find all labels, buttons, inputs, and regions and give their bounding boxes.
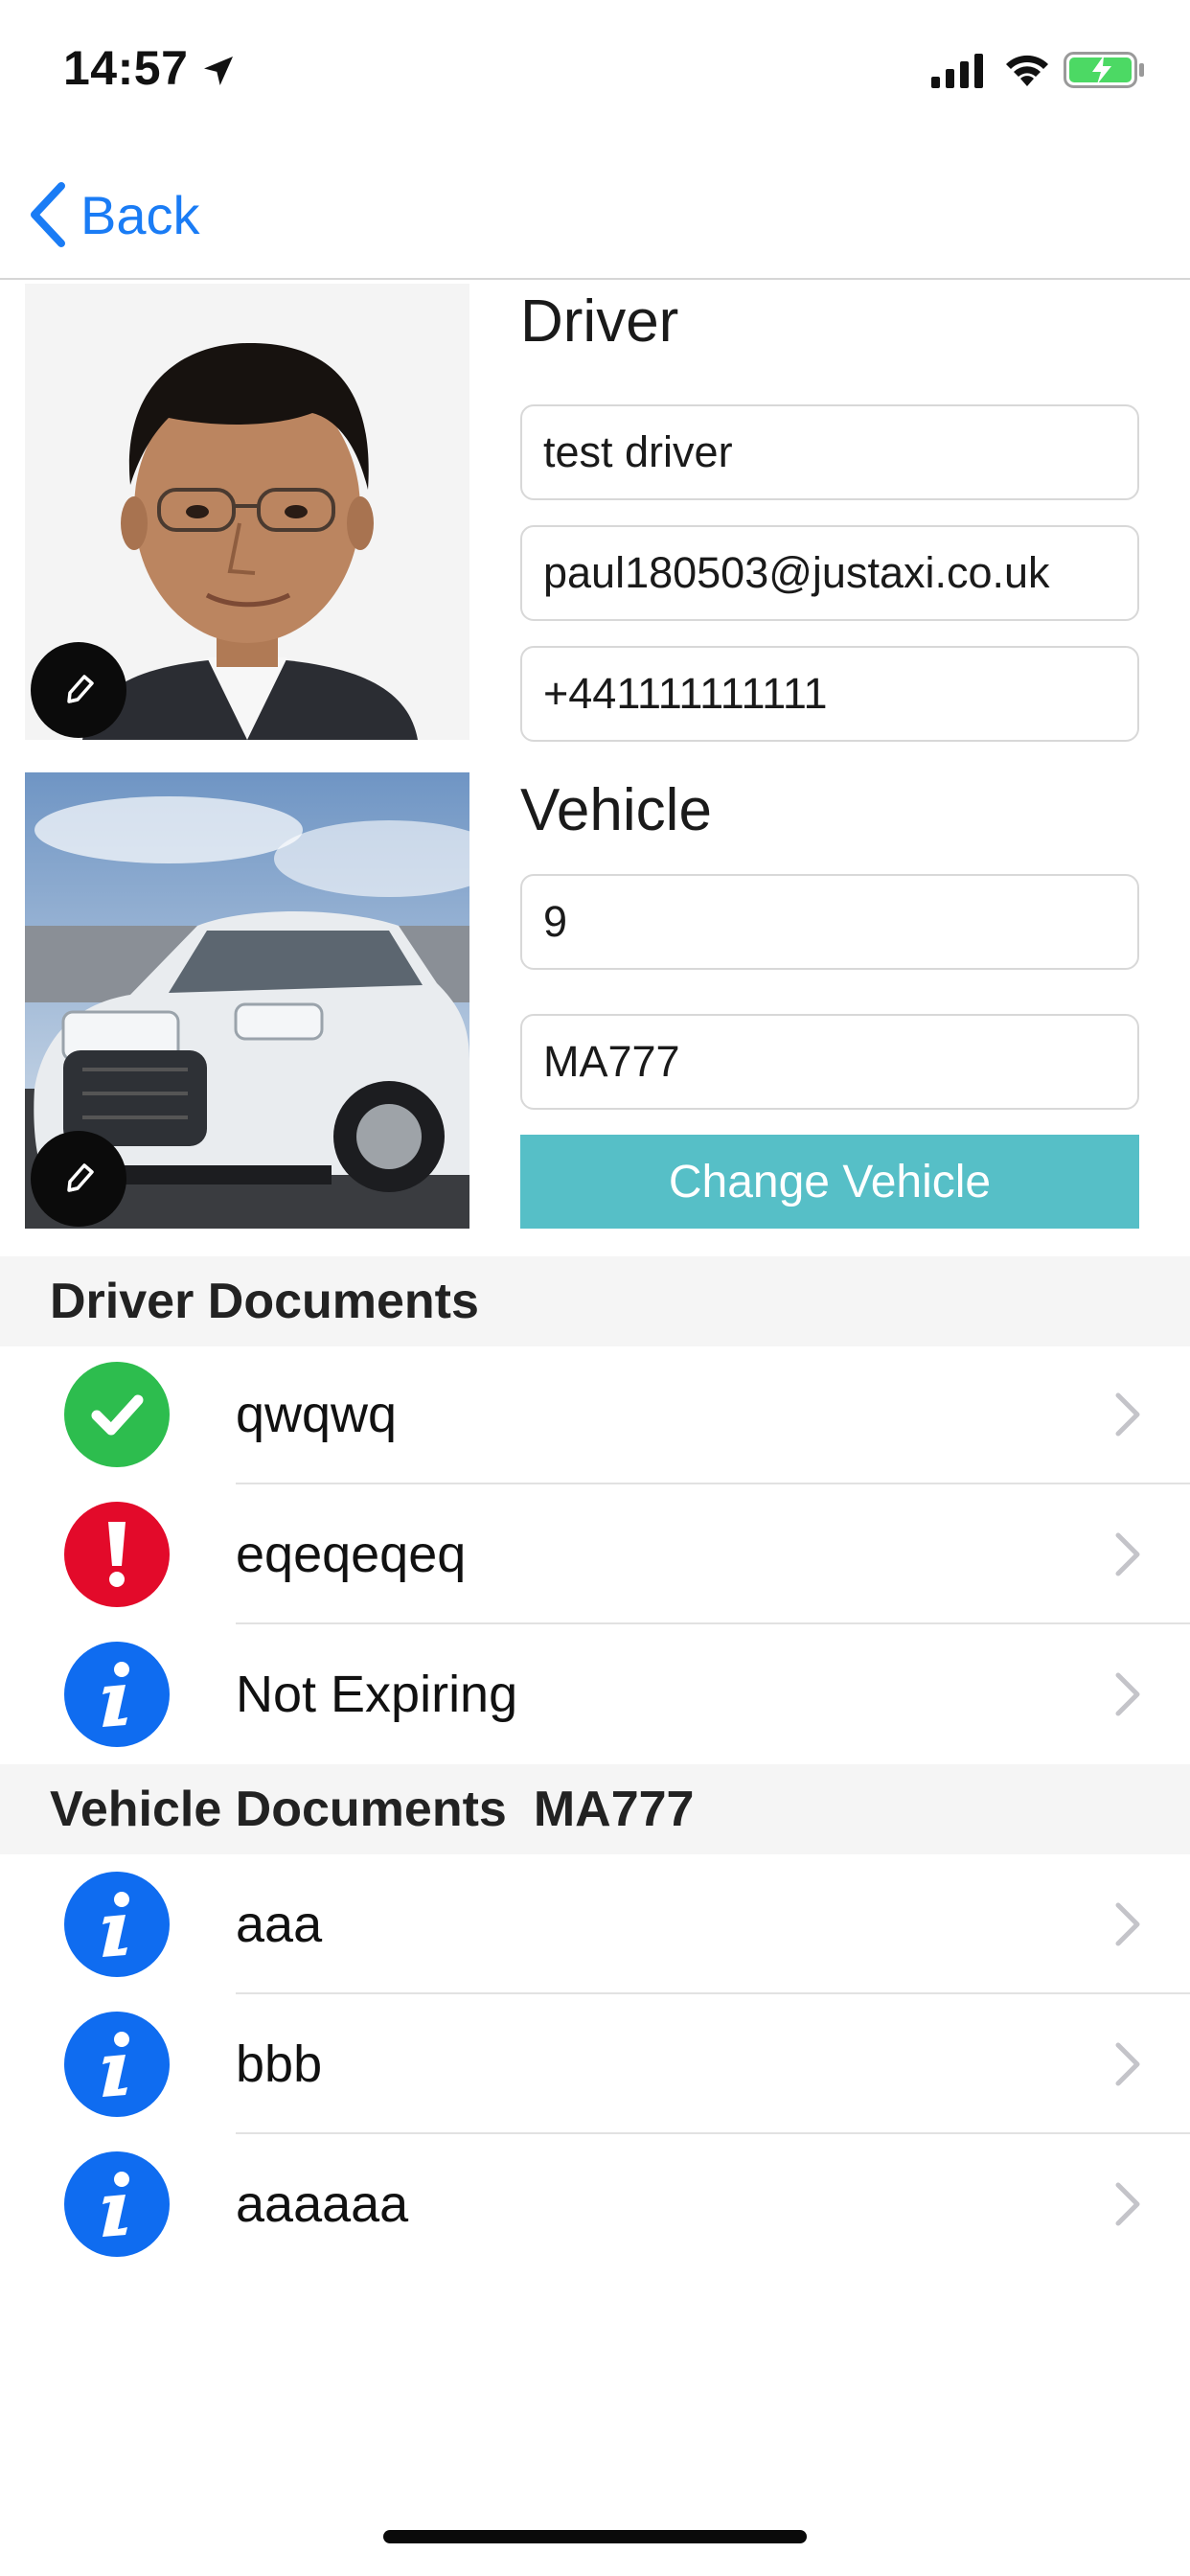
info-icon (64, 2151, 170, 2257)
vehicle-documents-plate: MA777 (533, 1782, 695, 1837)
signal-icon (931, 54, 983, 88)
pencil-icon (67, 1163, 94, 1192)
exclamation-icon (64, 1502, 170, 1607)
document-label: qwqwq (236, 1386, 398, 1443)
edit-driver-photo-button[interactable] (31, 642, 126, 738)
driver-name-field[interactable] (520, 404, 1139, 500)
back-button[interactable]: Back (25, 176, 200, 253)
document-label: aaa (236, 1896, 323, 1953)
vehicle-plate-field[interactable] (520, 1014, 1139, 1110)
driver-heading: Driver (520, 288, 679, 355)
chevron-right-icon (1115, 1902, 1140, 1946)
vehicle-number-field[interactable] (520, 874, 1139, 970)
back-label: Back (80, 184, 200, 245)
info-icon (64, 2012, 170, 2117)
vehicle-document-row[interactable]: aaaaaa (0, 2134, 1190, 2274)
chevron-right-icon (1115, 2042, 1140, 2086)
chevron-right-icon (1115, 1392, 1140, 1437)
change-vehicle-button[interactable]: Change Vehicle (520, 1135, 1139, 1229)
driver-documents-title: Driver Documents (50, 1274, 479, 1329)
vehicle-document-row[interactable]: aaa (0, 1854, 1190, 1994)
chevron-right-icon (1115, 2182, 1140, 2226)
document-label: eqeqeqeq (236, 1526, 467, 1583)
driver-documents-header: Driver Documents (0, 1256, 1190, 1346)
driver-phone-field[interactable] (520, 646, 1139, 742)
check-icon (64, 1362, 170, 1467)
chevron-right-icon (1115, 1532, 1140, 1576)
document-label: aaaaaa (236, 2175, 409, 2233)
pencil-icon (67, 675, 94, 703)
driver-photo[interactable] (25, 284, 469, 740)
edit-vehicle-photo-button[interactable] (31, 1131, 126, 1227)
driver-document-row[interactable]: qwqwq (0, 1345, 1190, 1484)
document-label: Not Expiring (236, 1666, 518, 1723)
vehicle-documents-header: Vehicle Documents MA777 (0, 1764, 1190, 1854)
chevron-left-icon (31, 182, 65, 247)
chevron-right-icon (1115, 1672, 1140, 1716)
driver-document-row[interactable]: eqeqeqeq (0, 1484, 1190, 1624)
vehicle-documents-title: Vehicle Documents (50, 1782, 507, 1837)
info-icon (64, 1872, 170, 1977)
navigation-bar: Back (0, 144, 1190, 280)
home-indicator[interactable] (383, 2530, 807, 2543)
vehicle-heading: Vehicle (520, 777, 712, 843)
battery-charging-icon (1064, 52, 1144, 88)
status-time: 14:57 (63, 41, 189, 95)
info-icon (64, 1642, 170, 1747)
document-label: bbb (236, 2036, 323, 2093)
driver-email-field[interactable] (520, 525, 1139, 621)
status-bar: 14:57 (0, 0, 1190, 144)
wifi-icon (1006, 55, 1048, 86)
vehicle-photo[interactable] (25, 772, 469, 1229)
location-arrow-icon (204, 57, 233, 85)
driver-document-row[interactable]: Not Expiring (0, 1624, 1190, 1764)
vehicle-document-row[interactable]: bbb (0, 1994, 1190, 2134)
